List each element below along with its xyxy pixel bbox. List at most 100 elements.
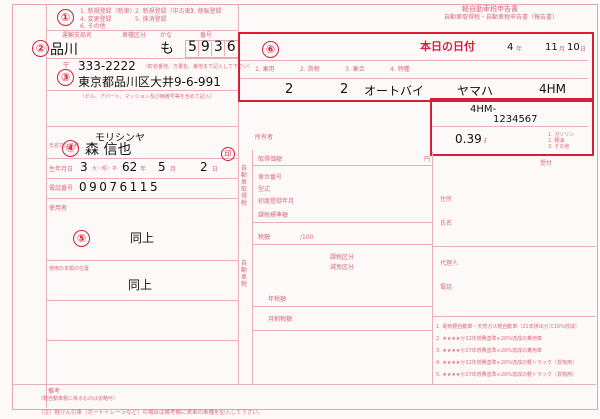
section1-option-1: 1. 新規登録（新車） [80, 8, 136, 15]
birth-label: 生年月日 [49, 166, 74, 173]
checklist-item-5: 5. ★★★★か27年燃費基準+20%達成の軽トラック（貨物用） [436, 372, 577, 378]
address-building-note: （ビル、アパート、マンション及び棟番号等を含めて記入） [80, 94, 215, 100]
date-year-value: 4 [507, 42, 514, 53]
date-year-unit: 年 [516, 46, 523, 53]
right-panel-name: 氏名 [440, 220, 453, 227]
zip-label: 〒 [62, 61, 70, 70]
plate-office-value: 品川 [50, 42, 78, 58]
phone-label: 電話番号 [49, 185, 74, 192]
plate-label-number: 番号 [200, 32, 213, 39]
plate-number-value: 5936 [188, 39, 240, 55]
seal-stamp-icon: 印 [221, 147, 235, 161]
tax-row-line-5 [252, 330, 432, 331]
section1-option-2: 2. 新規登録（中古車） [135, 8, 197, 15]
tax-row-line-1 [252, 165, 432, 166]
tax-unit: 円 [424, 156, 431, 163]
zip-note: （町名番地、方書名、番地まで記入して下さい） [143, 64, 253, 70]
right-panel-address: 住所 [440, 196, 453, 203]
tax-fraction: /100 [300, 234, 314, 241]
checklist-item-1: 1. 電気軽自動車・天然ガス軽自動車（21年排出ガス10%低減） [436, 324, 580, 330]
vehicle-maker-value: ヤマハ [457, 84, 494, 98]
user-bottom-line [46, 260, 238, 261]
tax-row-acquisition-price: 取得価額 [258, 156, 283, 163]
tax-label-column-line [252, 150, 253, 384]
birth-era-value: 3 [80, 160, 88, 174]
remarks-label: 備考 [48, 388, 61, 395]
today-date-label: 本日の日付 [420, 40, 475, 53]
tax-row-monthly: 月割税額 [268, 316, 293, 323]
remarks-sub: （軽自動車税に係るものは省略可） [38, 396, 119, 402]
marker-3: ③ [57, 69, 74, 86]
tax-row-line-2 [252, 222, 432, 223]
checklist-item-4: 4. ★★★★か32年燃費基準+20%達成の軽トラック（貨物用） [436, 360, 577, 366]
vehicle-type-value: オートバイ [364, 84, 425, 98]
section1-option-6: 6. その他 [80, 23, 106, 30]
tax-misc-first-reg: 初度登録年月 [258, 198, 295, 205]
section1-option-5: 5. 抹消登録 [135, 16, 167, 23]
displacement-unit: ℓ [484, 137, 487, 145]
birth-month-unit: 月 [170, 166, 177, 173]
fuel-other: 3. その他 [548, 144, 570, 150]
form-title-line-2: 自動車取得税・自動車税申告書（報告書） [444, 14, 559, 21]
storage-value: 同上 [128, 278, 153, 292]
tax-row-line-4 [252, 306, 432, 307]
section1-option-3: 3. 移転登録 [190, 8, 222, 15]
usage-label-bus: 3. 乗合 [345, 66, 365, 73]
serial-highlight-box [430, 98, 594, 156]
vehicle-row-line-2 [240, 78, 588, 79]
usage-label-cargo: 2. 貨物 [300, 66, 320, 73]
date-month-value: 11 [545, 42, 558, 53]
zip-value: 333-2222 [78, 59, 136, 73]
user-value: 同上 [130, 231, 155, 245]
marker-5: ⑤ [73, 230, 90, 247]
section1-option-4: 4. 変更登録 [80, 16, 112, 23]
usage-label-special: 4. 特種 [390, 66, 410, 73]
tax-section-acquisition: 自動車取得税 [241, 165, 248, 207]
footer-top-line [12, 384, 596, 385]
vehicle-model-value: 4HM [539, 82, 567, 96]
address-line-value: 東京都品川区大井9-6-991 [78, 75, 221, 89]
storage-bottom-line [46, 300, 238, 301]
form-title-line-1: 軽自動車税申告書 [462, 5, 518, 13]
serial-row-line [432, 126, 588, 127]
vehicle-code-1: 2 [285, 82, 294, 97]
owner-name-value: 森 信也 [85, 142, 132, 158]
tax-misc-chassis: 車台番号 [258, 174, 283, 181]
tax-row-taxable: 課税標準額 [258, 212, 289, 219]
address-bottom-line [46, 126, 238, 127]
birth-era-unit: 大・昭・平 [92, 166, 118, 172]
right-panel-line-2 [432, 316, 596, 317]
right-panel-left-line [432, 152, 433, 384]
tax-row-tax: 税額 [258, 234, 271, 241]
tax-misc-exempt: 減免区分 [330, 264, 355, 271]
right-panel-line-1 [432, 246, 596, 247]
storage-extra-line [46, 340, 238, 341]
storage-label: 使用の本拠の位置 [49, 266, 90, 272]
marker-1: ① [57, 9, 74, 26]
phone-bottom-line [46, 198, 238, 199]
displacement-value: 0.39 [455, 132, 482, 146]
date-day-value: 10 [567, 42, 580, 53]
vehicle-row-line-1 [240, 60, 588, 61]
birth-year-value: 62 [122, 160, 138, 174]
address-row-line [46, 90, 238, 91]
marker-6: ⑥ [262, 41, 279, 58]
marker-2: ② [32, 40, 49, 57]
tax-declaration-form: 軽自動車税申告書 自動車取得税・自動車税申告書（報告書） ① 1. 新規登録（新… [0, 0, 600, 419]
birth-month-value: 5 [158, 160, 166, 174]
vehicle-code-2: 2 [340, 82, 349, 97]
date-day-unit: 日 [580, 46, 587, 53]
tax-misc-class: 課税区分 [330, 254, 355, 261]
date-month-unit: 月 [559, 46, 566, 53]
owner-bottom-line [46, 158, 238, 159]
serial-value: 1234567 [493, 114, 538, 125]
checklist-item-2: 2. ★★★★か32年燃費基準+20%達成の乗用車 [436, 336, 542, 342]
marker-4: ④ [62, 140, 79, 157]
right-panel-agent: 代理人 [440, 260, 459, 267]
birth-bottom-line [46, 178, 238, 179]
plate-label-office: 運輸支局名 [62, 32, 93, 39]
right-panel-phone: 電話 [440, 284, 453, 291]
row1-bottom-line [46, 30, 238, 31]
right-panel-reception: 受付 [540, 160, 553, 167]
tax-row-line-3 [252, 244, 432, 245]
